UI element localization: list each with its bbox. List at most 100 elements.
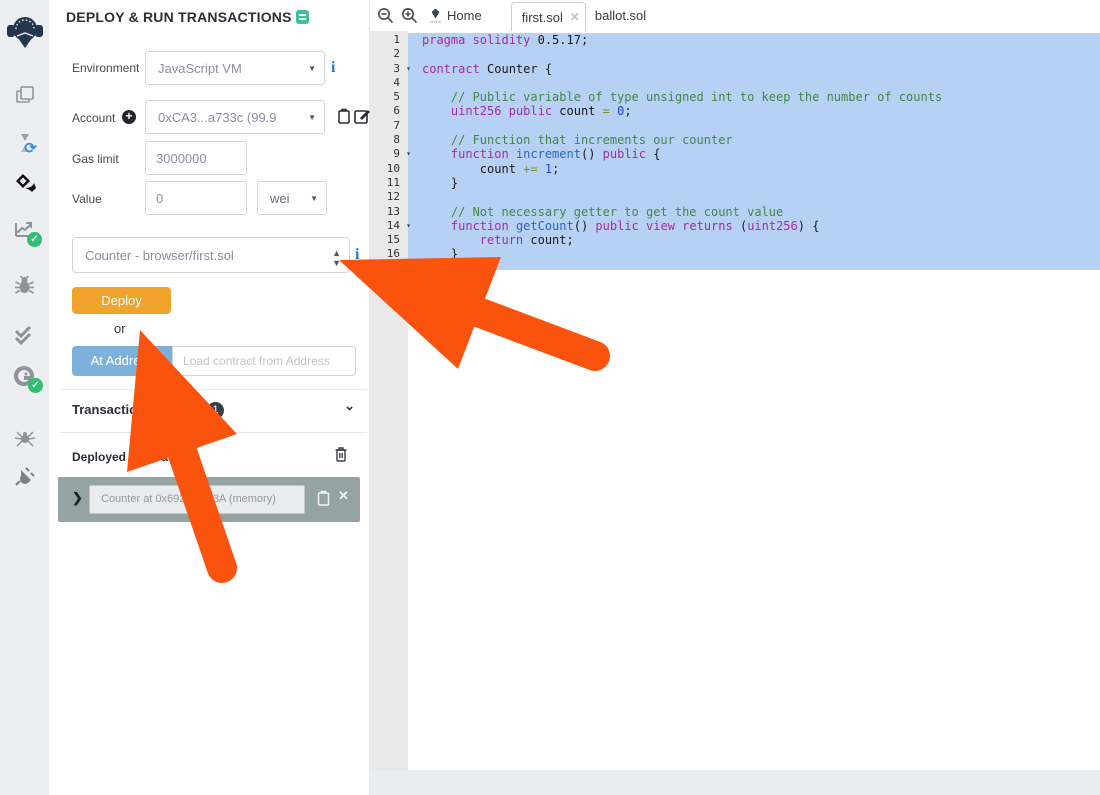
editor-area: remixHome first.sol✕ ballot.sol 1pragma so…: [370, 0, 1100, 795]
plugin-manager-plug-icon[interactable]: [0, 464, 49, 488]
line-number: 13: [370, 205, 408, 219]
line-number: 12: [370, 190, 408, 204]
deploy-and-run-icon[interactable]: [0, 172, 49, 196]
contract-select[interactable]: Counter - browser/first.sol ▲▼: [72, 237, 350, 273]
deployed-contract-title[interactable]: Counter at 0x692...77b3A (memory): [89, 485, 305, 514]
code-line: 3▾contract Counter {: [370, 62, 1100, 76]
copy-address-icon[interactable]: [317, 490, 330, 506]
code-line: 5 // Public variable of type unsigned in…: [370, 90, 1100, 104]
gas-limit-label: Gas limit: [72, 152, 119, 166]
tab-first-sol[interactable]: first.sol✕: [511, 2, 586, 31]
line-number: 14▾: [370, 219, 408, 233]
remix-logo: [0, 12, 49, 52]
line-number: 4: [370, 76, 408, 90]
expand-chevron-icon[interactable]: ❯: [72, 490, 83, 506]
debugger-bug-icon[interactable]: [0, 274, 49, 297]
value-unit-select[interactable]: wei▼: [257, 181, 327, 215]
transactions-recorded-label: Transactions recorded:: [72, 402, 216, 417]
zoom-in-icon[interactable]: [401, 7, 418, 24]
contract-info-icon[interactable]: i: [355, 247, 359, 263]
or-label: or: [114, 321, 126, 336]
code-line: 10 count += 1;: [370, 162, 1100, 176]
check-badge-icon: ✓: [28, 378, 43, 393]
icon-rail: ⟳ ✓: [0, 0, 49, 795]
code-line: 1pragma solidity 0.5.17;: [370, 33, 1100, 47]
line-number: 11: [370, 176, 408, 190]
code-line: 9▾ function increment() public {: [370, 147, 1100, 161]
sort-arrows-icon: ▲▼: [332, 248, 341, 268]
fold-arrow-icon[interactable]: ▾: [406, 147, 411, 161]
at-address-button[interactable]: At Address: [72, 346, 172, 376]
selection-tail: [408, 262, 1100, 270]
account-label: Account: [72, 111, 115, 125]
chevron-down-icon: ▼: [310, 194, 318, 203]
divider: [60, 389, 367, 390]
unit-testing-icon[interactable]: [0, 322, 49, 346]
fold-arrow-icon[interactable]: ▾: [406, 219, 411, 233]
zoom-out-icon[interactable]: [377, 7, 394, 24]
transactions-count-badge: 1: [207, 402, 224, 419]
line-number: 3▾: [370, 62, 408, 76]
close-tab-icon[interactable]: ✕: [570, 10, 580, 24]
line-number: 9▾: [370, 147, 408, 161]
remove-contract-icon[interactable]: ✕: [338, 488, 349, 504]
value-label: Value: [72, 192, 102, 206]
code-line: 15 return count;: [370, 233, 1100, 247]
line-number: 2: [370, 47, 408, 61]
deploy-run-panel: DEPLOY & RUN TRANSACTIONS Environment Ja…: [49, 0, 370, 795]
gas-limit-input[interactable]: [145, 141, 247, 175]
line-number: 8: [370, 133, 408, 147]
tab-ballot-sol[interactable]: ballot.sol: [595, 7, 646, 25]
code-lines[interactable]: 1pragma solidity 0.5.17;2 3▾contract Cou…: [370, 31, 1100, 270]
remix-home-icon: remix: [429, 9, 442, 24]
code-line: 16 }: [370, 247, 1100, 261]
line-number: 7: [370, 119, 408, 133]
line-number: 1: [370, 33, 408, 47]
edit-account-icon[interactable]: [354, 108, 370, 124]
code-line: 11 }: [370, 176, 1100, 190]
file-explorer-icon[interactable]: [0, 84, 49, 106]
compile-sync-icon: ⟳: [24, 142, 37, 156]
editor-bottom-bar: [370, 770, 1100, 795]
collapse-chevron-icon[interactable]: ⌄: [344, 398, 355, 414]
deploy-button[interactable]: Deploy: [72, 287, 171, 314]
at-address-input[interactable]: [172, 346, 356, 376]
panel-title: DEPLOY & RUN TRANSACTIONS: [66, 9, 292, 25]
tab-list: remixHome first.sol✕ ballot.sol: [418, 0, 646, 31]
code-line: 8 // Function that increments our counte…: [370, 133, 1100, 147]
line-number: 15: [370, 233, 408, 247]
environment-select[interactable]: JavaScript VM▼: [145, 51, 325, 85]
clear-deployed-trash-icon[interactable]: [334, 446, 348, 463]
environment-label: Environment: [72, 61, 139, 75]
tab-home[interactable]: remixHome: [429, 8, 482, 24]
divider: [60, 432, 367, 433]
check-badge-icon: ✓: [27, 232, 42, 247]
line-number: 16: [370, 247, 408, 261]
solidity-compiler-icon[interactable]: ⟳: [0, 132, 49, 154]
environment-info-icon[interactable]: i: [331, 60, 335, 76]
line-number: 5: [370, 90, 408, 104]
fold-arrow-icon[interactable]: ▾: [406, 62, 411, 76]
value-input[interactable]: [145, 181, 247, 215]
line-number: 10: [370, 162, 408, 176]
add-account-icon[interactable]: +: [122, 110, 136, 124]
code-line: 13 // Not necessary getter to get the co…: [370, 205, 1100, 219]
plugin-g-icon[interactable]: ✓: [0, 364, 49, 389]
deployed-contract-item: ❯ Counter at 0x692...77b3A (memory) ✕: [58, 477, 360, 522]
deployed-contracts-label: Deployed Contracts: [72, 450, 185, 464]
line-number: 6: [370, 104, 408, 118]
analysis-icon[interactable]: ✓: [0, 218, 49, 242]
chevron-down-icon: ▼: [308, 113, 316, 122]
account-select[interactable]: 0xCA3...a733c (99.9▼: [145, 100, 325, 134]
code-line: 2: [370, 47, 1100, 61]
code-line: 6 uint256 public count = 0;: [370, 104, 1100, 118]
code-line: 14▾ function getCount() public view retu…: [370, 219, 1100, 233]
code-line: 4: [370, 76, 1100, 90]
code-line: 7: [370, 119, 1100, 133]
tab-bar: remixHome first.sol✕ ballot.sol: [370, 0, 1100, 31]
copy-account-icon[interactable]: [337, 108, 351, 125]
chevron-down-icon: ▼: [308, 64, 316, 73]
documentation-icon[interactable]: [296, 10, 309, 24]
code-line: 12: [370, 190, 1100, 204]
spider-icon[interactable]: [0, 426, 49, 450]
